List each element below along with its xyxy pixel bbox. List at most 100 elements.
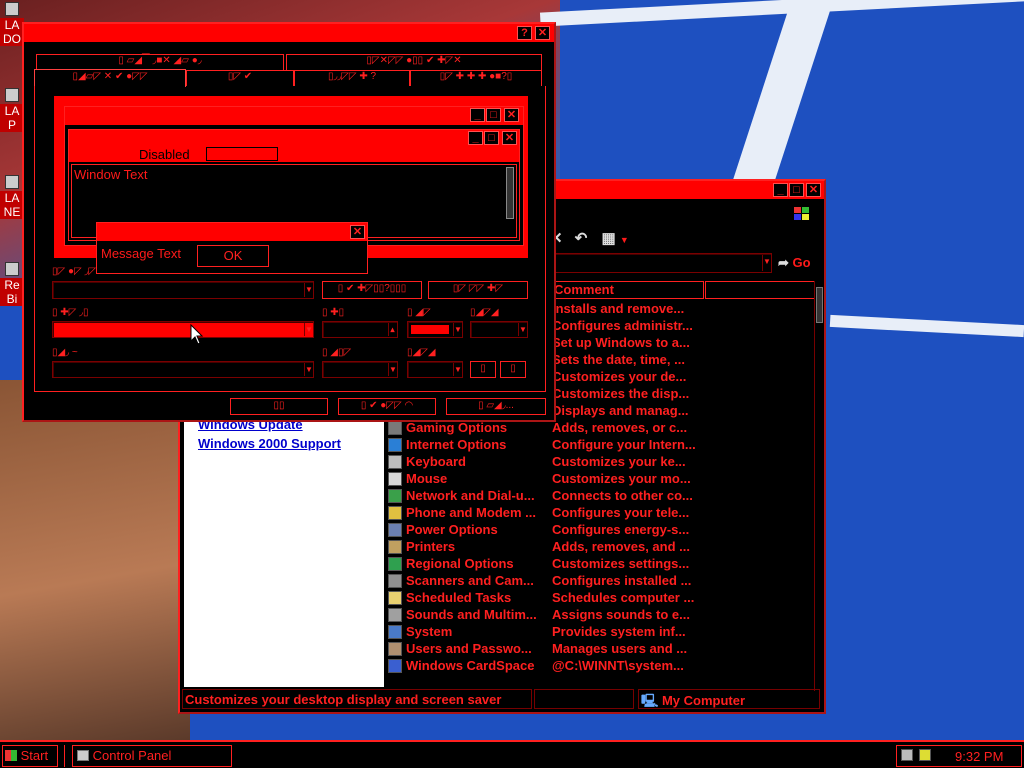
taskbar-separator [64, 745, 66, 767]
list-item[interactable]: Printers Adds, removes, and ... [386, 539, 816, 556]
minimize-icon: _ [468, 131, 483, 145]
list-item[interactable]: Scanners and Cam... Configures installed … [386, 573, 816, 590]
cancel-button[interactable]: ▯ ✔ ●◸◸ ◠ [338, 398, 436, 415]
bold-button[interactable]: ▯ [470, 361, 496, 378]
applet-comment: Installs and remove... [552, 301, 685, 316]
minimize-icon[interactable]: _ [773, 183, 788, 197]
applet-icon [388, 642, 402, 656]
delete-button[interactable]: ▯◸ ◸◸ ✚◸ [428, 281, 528, 299]
column-header[interactable] [705, 281, 815, 299]
list-item[interactable]: Phone and Modem ... Configures your tele.… [386, 505, 816, 522]
applet-name: Keyboard [406, 454, 466, 469]
list-item[interactable]: Sounds and Multim... Assigns sounds to e.… [386, 607, 816, 624]
apply-button[interactable]: ▯ ▱◢◞... [446, 398, 546, 415]
network-icon [5, 175, 19, 189]
close-icon[interactable]: ✕ [806, 183, 821, 197]
list-item[interactable]: Network and Dial-u... Connects to other c… [386, 488, 816, 505]
list-item[interactable]: Scheduled Tasks Schedules computer ... [386, 590, 816, 607]
preview-message-titlebar [97, 223, 367, 241]
scheme-select[interactable]: ▼ [52, 281, 314, 299]
save-as-button[interactable]: ▯ ✔ ✚◸▯▯?▯▯▯ [322, 281, 422, 299]
comment-column-header[interactable]: Comment [552, 281, 704, 299]
font-color-picker[interactable]: ▼ [407, 361, 463, 378]
preview-active-titlebar [69, 130, 519, 146]
applet-icon [388, 506, 402, 520]
status-location-label: My Computer [661, 693, 746, 708]
volume-tray-icon[interactable] [919, 749, 931, 761]
start-button[interactable]: Start [2, 745, 58, 767]
applet-comment: Configure your Intern... [552, 437, 696, 452]
wallpaper-lane [730, 0, 830, 202]
list-item[interactable]: System Provides system inf... [386, 624, 816, 641]
italic-button[interactable]: ▯ [500, 361, 526, 378]
list-item[interactable]: Internet Options Configure your Intern... [386, 437, 816, 454]
maximize-icon[interactable]: □ [789, 183, 804, 197]
list-item[interactable]: Windows CardSpace @C:\WINNT\system... [386, 658, 816, 675]
desktop-icon[interactable]: LA DO [0, 2, 24, 46]
tab-settings[interactable]: ▯◸ ✚ ✚ ✚ ●■?▯ [410, 70, 542, 86]
go-button[interactable]: ➦ Go [778, 255, 811, 271]
windows-2000-support-link[interactable]: Windows 2000 Support [198, 434, 384, 453]
wallpaper-lane [539, 0, 1024, 27]
close-icon[interactable]: ✕ [535, 26, 550, 40]
ok-button[interactable]: ▯▯ [230, 398, 328, 415]
tab-screen-saver[interactable]: ▯◸✕◸◸ ●▯▯ ✔ ✚◸✕ [286, 54, 542, 70]
list-item[interactable]: Gaming Options Adds, removes, or c... [386, 420, 816, 437]
color-swatch [411, 325, 449, 334]
desktop-icon[interactable]: Re Bi [0, 262, 24, 306]
applet-name: Gaming Options [406, 420, 508, 435]
chevron-down-icon[interactable]: ▼ [762, 255, 771, 271]
desktop-icon[interactable]: LA P [0, 88, 24, 132]
preview-ok-button: OK [197, 245, 269, 267]
font-size-label: ▯ ◢▯◸ [322, 347, 352, 358]
applet-comment: Configures administr... [552, 318, 693, 333]
tab-appearance[interactable]: ▯◢▱◸ ✕ ✔ ●◸◸ [34, 69, 186, 87]
taskbar-control-panel[interactable]: Control Panel [72, 745, 232, 767]
chevron-down-icon[interactable]: ▼ [620, 235, 629, 245]
status-pane [534, 689, 634, 709]
applet-name: Network and Dial-u... [406, 488, 535, 503]
color1-picker[interactable]: ▼ [407, 321, 463, 338]
font-select[interactable]: ▼ [52, 361, 314, 378]
maximize-icon: □ [484, 131, 499, 145]
chevron-down-icon: ▼ [388, 363, 397, 376]
applet-name: Sounds and Multim... [406, 607, 537, 622]
status-text: Customizes your desktop display and scre… [182, 689, 532, 709]
item-select[interactable]: ▼ [52, 321, 314, 338]
applet-comment: Configures installed ... [552, 573, 692, 588]
network-tray-icon[interactable] [901, 749, 913, 761]
list-item[interactable]: Keyboard Customizes your ke... [386, 454, 816, 471]
preview-message-box: ✕ Message Text OK [96, 222, 368, 274]
preview-selected-menu [206, 147, 278, 161]
tab-web[interactable]: ▯◸ ✔ [186, 70, 294, 86]
list-item[interactable]: Power Options Configures energy-s... [386, 522, 816, 539]
desktop-icon[interactable]: LA NE [0, 175, 24, 219]
undo-icon[interactable]: ↶ [575, 230, 588, 247]
font-size-select[interactable]: ▼ [322, 361, 398, 378]
applet-icon [388, 472, 402, 486]
applet-comment: Connects to other co... [552, 488, 693, 503]
color2-picker[interactable]: ▼ [470, 321, 528, 338]
windows-logo-icon [5, 750, 17, 761]
size-spinner[interactable]: ▴ [322, 321, 398, 338]
tab-effects[interactable]: ▯◞◞◸◸ ✚ ? [294, 70, 410, 86]
applet-comment: @C:\WINNT\system... [552, 658, 684, 673]
tab-background[interactable]: ▯ ▱◢▔ ◞■✕ ◢▱ ●◞ [36, 54, 284, 70]
list-item[interactable]: Users and Passwo... Manages users and ... [386, 641, 816, 658]
address-field[interactable]: ▼ [552, 253, 772, 273]
applet-comment: Provides system inf... [552, 624, 686, 639]
appearance-preview[interactable]: _ □ ✕ _ □ ✕ Disabled Window Text ✕ Messa… [54, 96, 528, 274]
dialog-titlebar[interactable] [24, 24, 554, 42]
help-icon[interactable]: ? [517, 26, 532, 40]
list-item[interactable]: Regional Options Customizes settings... [386, 556, 816, 573]
preview-menubar: Disabled [69, 146, 519, 162]
applet-comment: Customizes your ke... [552, 454, 686, 469]
clock[interactable]: 9:32 PM [955, 749, 1003, 764]
views-icon[interactable]: ▦ [602, 230, 616, 247]
applet-comment: Customizes settings... [552, 556, 690, 571]
list-item[interactable]: Mouse Customizes your mo... [386, 471, 816, 488]
applet-icon [388, 557, 402, 571]
chevron-down-icon: ▼ [453, 363, 462, 376]
applet-name: Users and Passwo... [406, 641, 532, 656]
applet-icon [388, 438, 402, 452]
